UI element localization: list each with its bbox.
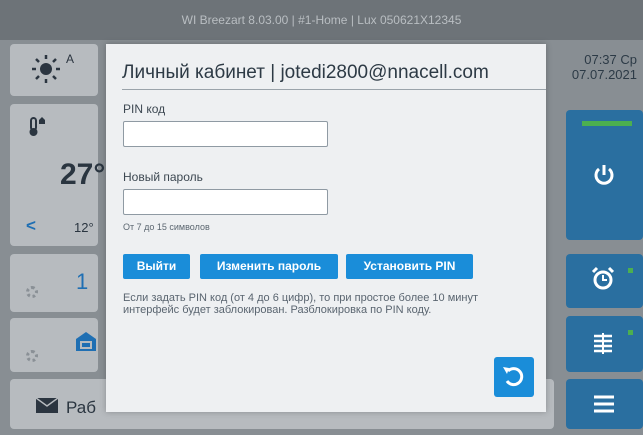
new-password-input[interactable] (123, 189, 328, 215)
pin-input[interactable] (123, 121, 328, 147)
gear-icon (26, 350, 38, 362)
menu-icon (594, 395, 614, 413)
filter-indicator (628, 330, 633, 335)
fan-speed-value: 1 (76, 269, 89, 294)
heater-icon (594, 333, 612, 354)
chevron-left-icon[interactable]: < (26, 216, 36, 236)
clock-date: 07.07.2021 (571, 67, 637, 82)
alarm-indicator (628, 268, 633, 273)
weather-letter: A (66, 52, 75, 66)
power-indicator (582, 121, 632, 126)
change-password-button[interactable]: Изменить пароль (200, 254, 338, 279)
alarm-clock-icon (591, 266, 615, 290)
power-icon (594, 165, 614, 185)
clock: 07:37 Ср 07.07.2021 (563, 52, 643, 82)
clock-time: 07:37 Ср (584, 52, 637, 67)
title-divider (122, 89, 546, 90)
mail-icon (36, 398, 58, 413)
temperature-value: 27° (60, 158, 106, 191)
password-hint: От 7 до 15 символов (123, 222, 210, 232)
pin-info-text: Если задать PIN код (от 4 до 6 цифр), то… (123, 292, 479, 316)
account-dialog: Личный кабинет | jotedi2800@nnacell.com … (106, 44, 546, 412)
thermometer-icon (29, 117, 45, 136)
undo-icon (503, 367, 524, 387)
mode-label: Раб (66, 398, 96, 417)
dialog-title: Личный кабинет | jotedi2800@nnacell.com (122, 62, 489, 83)
sun-icon (32, 55, 60, 83)
garage-icon (76, 332, 96, 351)
set-pin-button[interactable]: Установить PIN (346, 254, 473, 279)
undo-button[interactable] (494, 357, 534, 397)
new-password-label: Новый пароль (123, 170, 203, 184)
temperature-small-value: 12° (74, 220, 94, 235)
gear-icon (26, 286, 38, 298)
title-bar: WI Breezart 8.03.00 | #1-Home | Lux 0506… (0, 0, 643, 40)
pin-label: PIN код (123, 102, 166, 116)
logout-button[interactable]: Выйти (123, 254, 190, 279)
